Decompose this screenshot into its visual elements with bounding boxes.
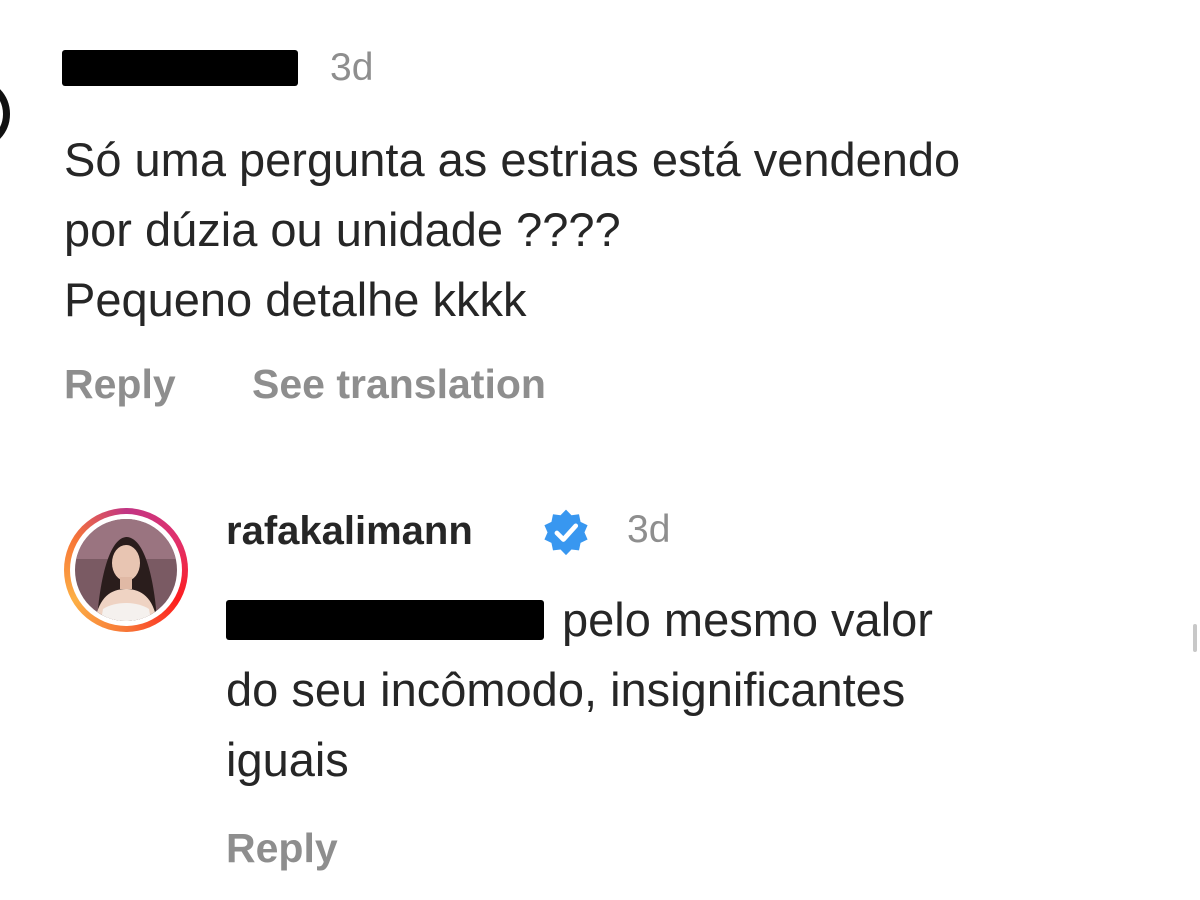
- verified-badge-icon: [544, 509, 588, 556]
- reply-timestamp: 3d: [627, 508, 671, 551]
- comment-text-line: por dúzia ou unidade ????: [64, 203, 621, 256]
- avatar[interactable]: [64, 508, 188, 632]
- comment-timestamp: 3d: [330, 46, 374, 89]
- avatar-portrait-icon: [75, 519, 177, 621]
- comment-text-line: Só uma pergunta as estrias está vendendo: [64, 133, 961, 186]
- comment-thread: 3d Só uma pergunta as estrias está vende…: [0, 0, 1200, 900]
- reply-text-line: do seu incômodo, insignificantes: [226, 663, 906, 716]
- avatar-ring-gap: [70, 514, 182, 626]
- reply-text-line: pelo mesmo valor: [562, 593, 933, 646]
- commenter-avatar[interactable]: [0, 78, 10, 150]
- see-translation-button[interactable]: See translation: [252, 364, 546, 405]
- reply-text-line: iguais: [226, 733, 349, 786]
- like-icon-edge[interactable]: [1193, 624, 1197, 652]
- avatar-photo: [75, 519, 177, 621]
- reply-button[interactable]: Reply: [226, 828, 338, 869]
- comment-text: Só uma pergunta as estrias está vendendo…: [64, 125, 960, 335]
- reply-button[interactable]: Reply: [64, 364, 176, 405]
- username[interactable]: rafakalimann: [226, 511, 473, 551]
- redacted-username: [62, 50, 298, 86]
- redacted-mention: [226, 600, 544, 640]
- comment-text-line: Pequeno detalhe kkkk: [64, 273, 527, 326]
